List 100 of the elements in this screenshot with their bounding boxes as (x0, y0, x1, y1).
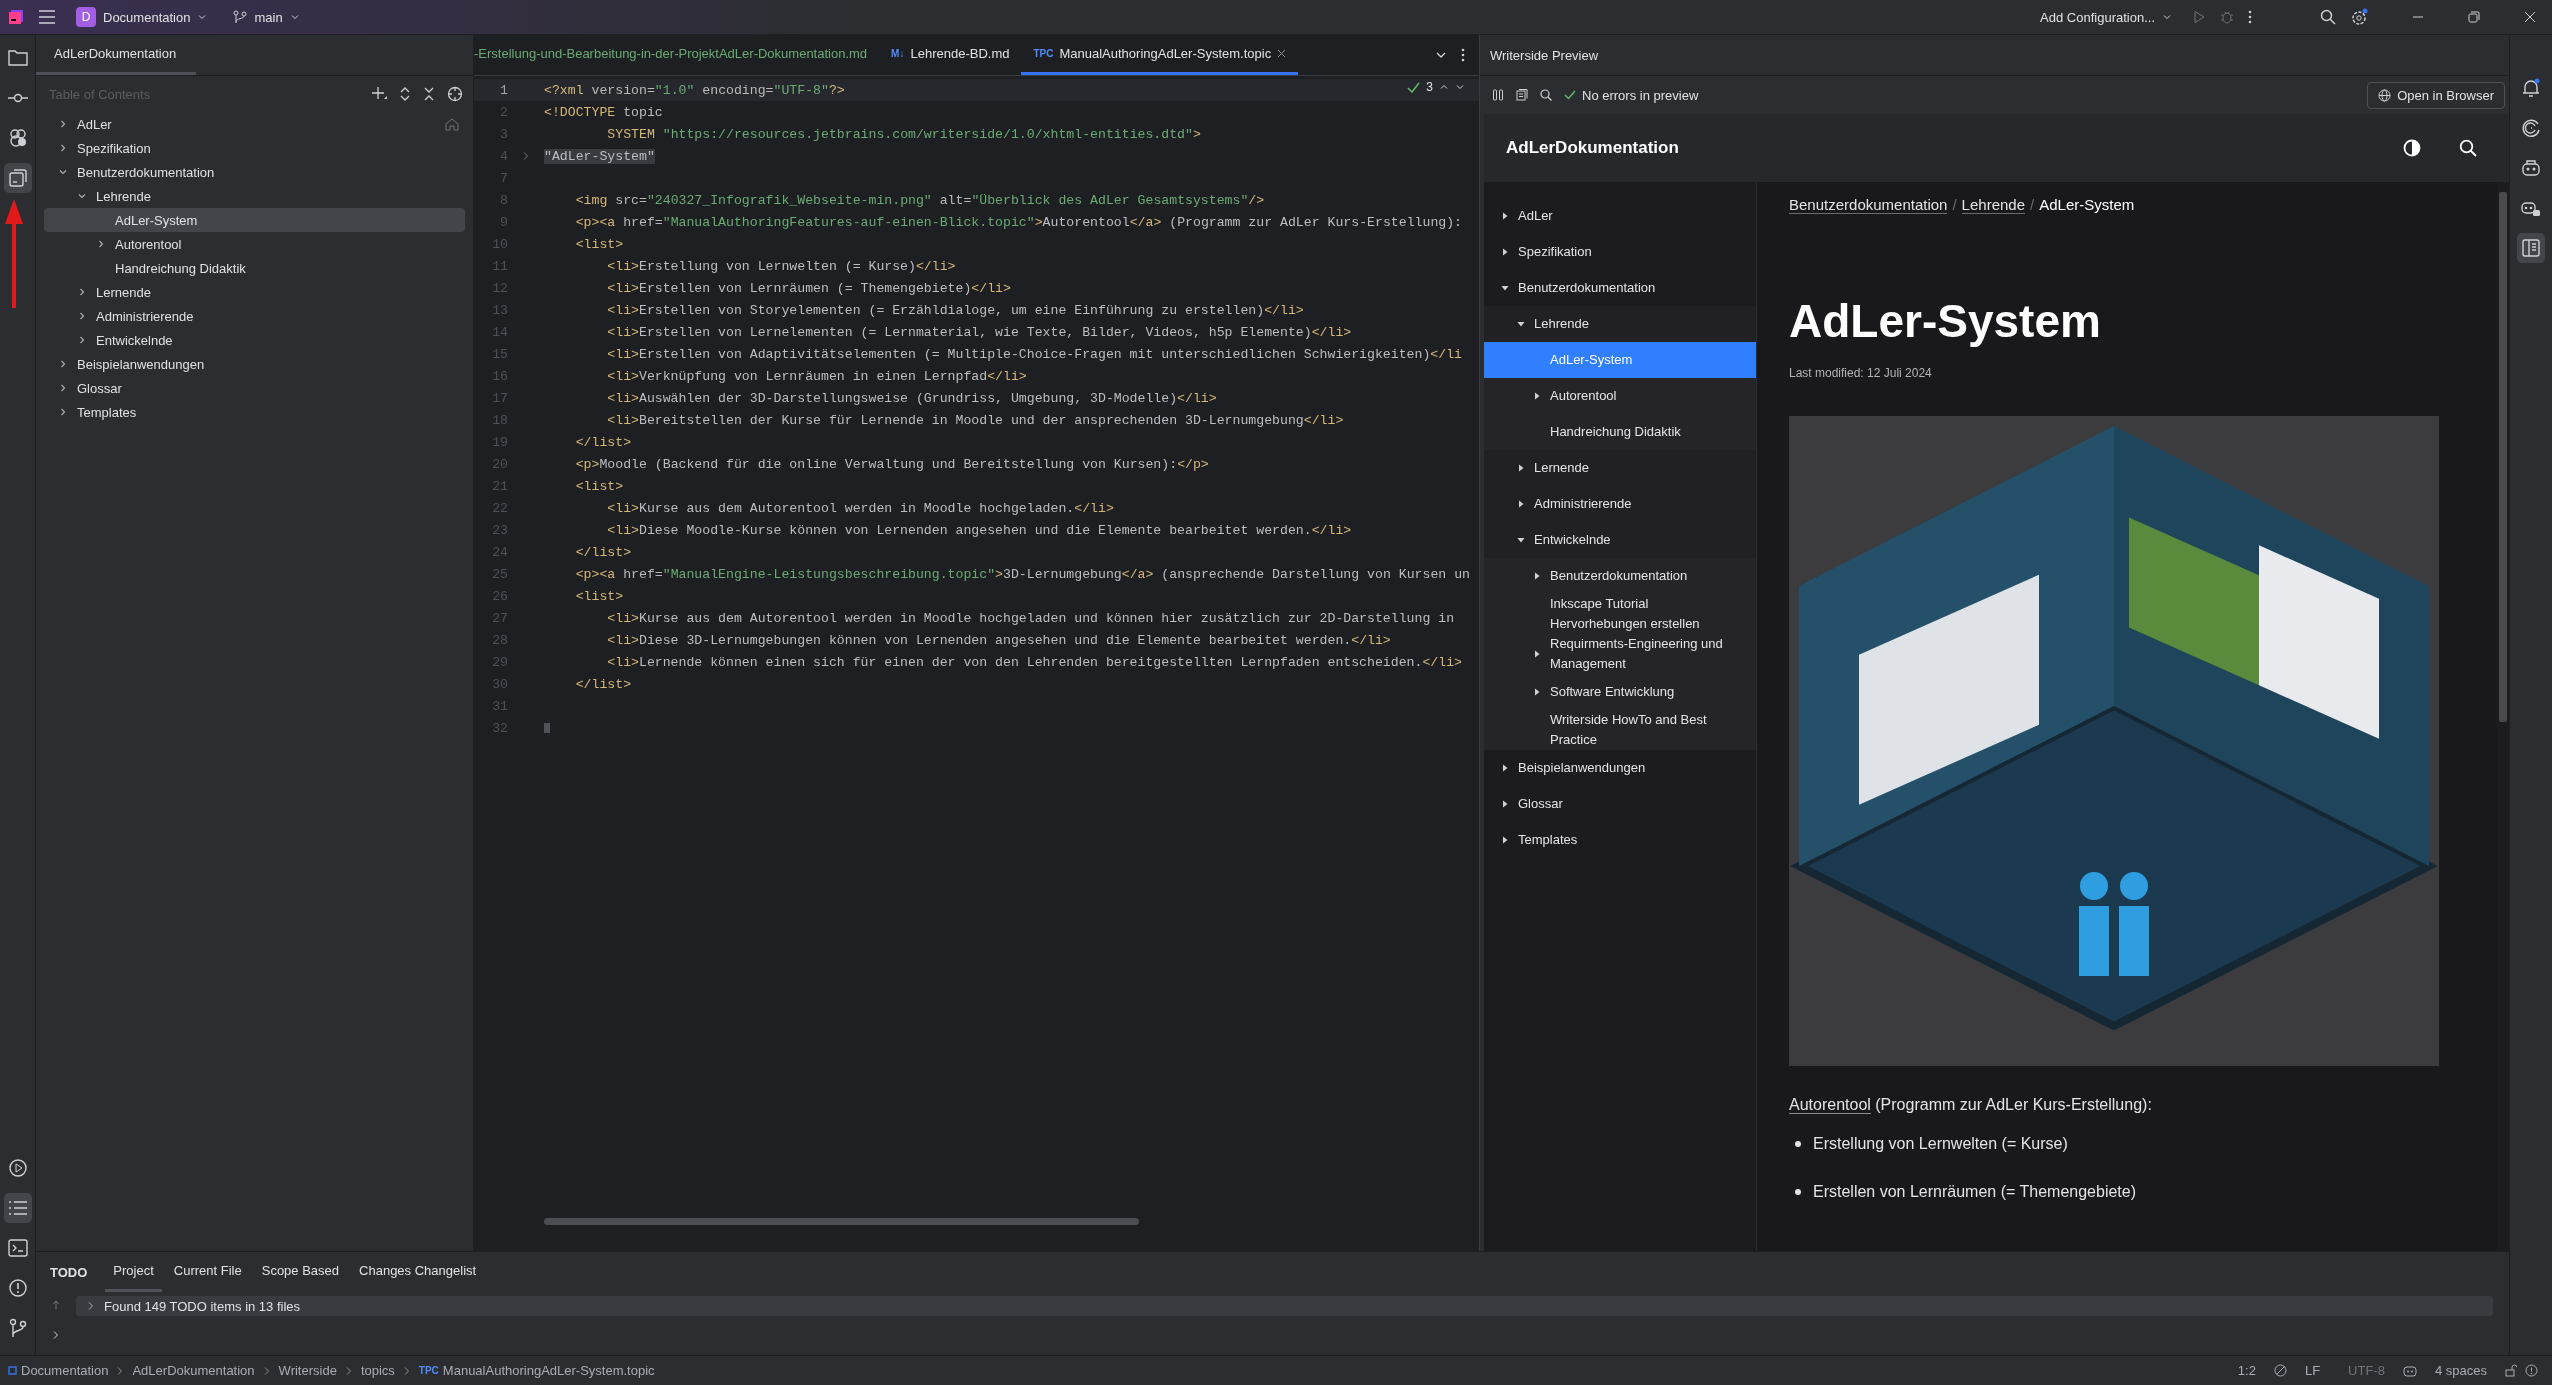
path-segment[interactable]: AdLerDokumentation (132, 1363, 255, 1378)
arrow-up-icon[interactable] (1439, 82, 1449, 92)
todo-result-row[interactable]: Found 149 TODO items in 13 files (76, 1296, 2493, 1316)
tree-item[interactable]: Glossar (44, 376, 465, 400)
triangle-right-icon[interactable] (1532, 687, 1542, 697)
todo-tool-icon[interactable] (3, 1193, 32, 1223)
panel-tab[interactable]: Changes Changelist (351, 1252, 485, 1292)
horizontal-scrollbar[interactable] (544, 1218, 1139, 1225)
tree-item[interactable]: Spezifikation (44, 136, 465, 160)
nav-item[interactable]: Lernende (1484, 450, 1756, 486)
breadcrumb-link[interactable]: Benutzerdokumentation (1789, 196, 1948, 214)
nav-item[interactable]: Inkscape Tutorial Hervorhebungen erstellen (1484, 594, 1756, 634)
open-in-browser-button[interactable]: Open in Browser (2367, 81, 2505, 109)
no-edit-icon[interactable] (2273, 1364, 2287, 1377)
tree-item[interactable]: Autorentool (44, 232, 465, 256)
panel-tab[interactable]: AdLerDokumentation (36, 35, 196, 75)
page-link[interactable]: Autorentool (1789, 1096, 1871, 1114)
tree-item[interactable]: Handreichung Didaktik (44, 256, 465, 280)
nav-item[interactable]: AdLer-System (1484, 342, 1756, 378)
toc-tool-icon[interactable] (3, 163, 32, 193)
nav-item[interactable]: Glossar (1484, 786, 1756, 822)
nav-item[interactable]: Writerside HowTo and Best Practice (1484, 710, 1756, 750)
site-title[interactable]: AdLerDokumentation (1506, 138, 1679, 158)
chevron-right-icon[interactable] (51, 1330, 61, 1340)
arrow-up-icon[interactable] (51, 1300, 61, 1310)
triangle-down-icon[interactable] (1516, 319, 1526, 329)
chevron-right-icon[interactable] (86, 1301, 96, 1311)
tree-item[interactable]: Lehrende (44, 184, 465, 208)
panel-tab[interactable]: Project (105, 1252, 162, 1292)
pause-icon[interactable] (1492, 89, 1504, 101)
contrast-icon[interactable] (2403, 139, 2421, 157)
search-icon[interactable] (2459, 139, 2477, 157)
chevron-right-icon[interactable] (58, 143, 68, 153)
tree-item[interactable]: Benutzerdokumentation (44, 160, 465, 184)
triangle-right-icon[interactable] (1532, 571, 1542, 581)
document-icon[interactable] (1516, 89, 1528, 101)
triangle-right-icon[interactable] (1532, 391, 1542, 401)
tree-item[interactable]: Entwickelnde (44, 328, 465, 352)
nav-item[interactable]: Templates (1484, 822, 1756, 858)
more-icon[interactable] (1461, 48, 1465, 62)
chevron-right-icon[interactable] (58, 407, 68, 417)
triangle-right-icon[interactable] (1500, 211, 1510, 221)
warning-icon[interactable] (2525, 1364, 2538, 1377)
line-ending[interactable]: LF (2304, 1363, 2321, 1378)
expand-all-icon[interactable] (399, 86, 411, 102)
chevron-right-icon[interactable] (77, 287, 87, 297)
run-configuration-dropdown[interactable]: Add Configuration... (2034, 5, 2178, 29)
more-icon[interactable] (2248, 10, 2252, 24)
triangle-right-icon[interactable] (1516, 463, 1526, 473)
project-switcher[interactable]: D Documentation (70, 3, 214, 31)
chevron-right-icon[interactable] (96, 239, 106, 249)
triangle-right-icon[interactable] (1532, 649, 1542, 659)
unlock-icon[interactable] (2505, 1364, 2517, 1377)
triangle-right-icon[interactable] (1500, 763, 1510, 773)
tree-item[interactable]: Lernende (44, 280, 465, 304)
locate-icon[interactable] (447, 86, 463, 102)
chevron-right-icon[interactable] (58, 359, 68, 369)
collapse-all-icon[interactable] (423, 86, 435, 102)
path-segment[interactable]: Documentation (8, 1363, 109, 1378)
panel-tab[interactable]: Current File (165, 1252, 250, 1292)
file-tab[interactable]: TPC ManualAuthoringAdLer-System.topic (1021, 35, 1299, 75)
triangle-right-icon[interactable] (1500, 835, 1510, 845)
triangle-down-icon[interactable] (1500, 283, 1510, 293)
search-icon[interactable] (1540, 89, 1552, 101)
indent-setting[interactable]: 4 spaces (2434, 1363, 2487, 1378)
menu-icon[interactable] (38, 10, 56, 24)
robot-icon[interactable] (2402, 1364, 2417, 1377)
nav-item[interactable]: AdLer (1484, 198, 1756, 234)
tree-item[interactable]: Templates (44, 400, 465, 424)
file-tab[interactable]: M↓ Lehrende-BD.md (879, 35, 1022, 75)
tree-item[interactable]: Beispielanwendungen (44, 352, 465, 376)
file-tab[interactable]: -Erstellung-und-Bearbeitung-in-der-ProjektAdLer-Dokumentation.md (474, 35, 880, 75)
close-icon[interactable] (2524, 11, 2536, 23)
settings-icon[interactable] (2350, 8, 2368, 26)
bug-icon[interactable] (2220, 10, 2234, 24)
path-segment[interactable]: TPC ManualAuthoringAdLer-System.topic (418, 1363, 655, 1378)
panel-tab[interactable]: Scope Based (253, 1252, 348, 1292)
chevron-right-icon[interactable] (58, 383, 68, 393)
path-segment[interactable]: topics (360, 1363, 395, 1378)
nav-item[interactable]: Spezifikation (1484, 234, 1756, 270)
triangle-right-icon[interactable] (1500, 247, 1510, 257)
nav-item[interactable]: Autorentool (1484, 378, 1756, 414)
triangle-right-icon[interactable] (1500, 799, 1510, 809)
nav-item[interactable]: Administrierende (1484, 486, 1756, 522)
app-logo-icon[interactable] (8, 9, 24, 25)
search-icon[interactable] (2320, 9, 2336, 25)
nav-item[interactable]: Handreichung Didaktik (1484, 414, 1756, 450)
inspection-widget[interactable]: 3 (1407, 80, 1465, 94)
nav-item[interactable]: Lehrende (1484, 306, 1756, 342)
chevron-right-icon[interactable] (77, 311, 87, 321)
nav-item[interactable]: Benutzerdokumentation (1484, 270, 1756, 306)
nav-item[interactable]: Software Entwicklung (1484, 674, 1756, 710)
triangle-right-icon[interactable] (1516, 499, 1526, 509)
restore-icon[interactable] (2468, 11, 2480, 23)
triangle-down-icon[interactable] (1516, 535, 1526, 545)
preview-tool-icon[interactable] (2517, 233, 2545, 263)
branch-switcher[interactable]: main (227, 5, 306, 29)
close-icon[interactable] (1277, 49, 1287, 58)
breadcrumb-link[interactable]: Lehrende (1961, 196, 2025, 214)
nav-item[interactable]: Benutzerdokumentation (1484, 558, 1756, 594)
